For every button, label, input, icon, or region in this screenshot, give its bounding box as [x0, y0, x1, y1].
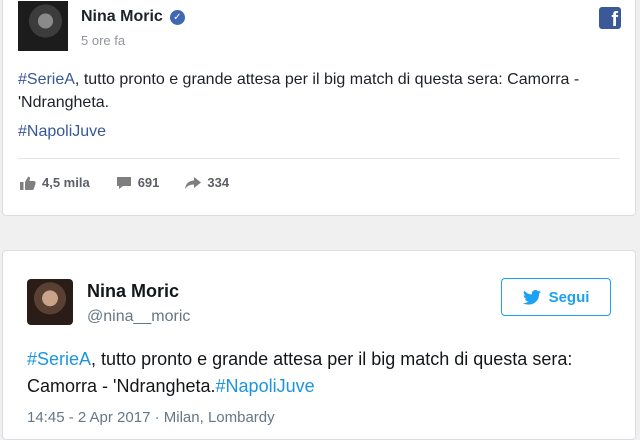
like-count[interactable]: 4,5 mila	[20, 175, 90, 190]
fb-post-text: #SerieA, tutto pronto e grande attesa pe…	[18, 68, 618, 114]
fb-author-avatar[interactable]	[18, 1, 68, 51]
verified-badge-icon: ✓	[169, 9, 185, 25]
fb-stats-bar: 4,5 mila 691 334	[20, 175, 255, 190]
twitter-bird-icon	[522, 289, 541, 305]
tw-author-handle[interactable]: @nina__moric	[87, 308, 190, 326]
share-arrow-icon	[185, 176, 202, 189]
share-count[interactable]: 334	[185, 175, 229, 190]
tw-author-name[interactable]: Nina Moric	[87, 281, 179, 302]
tw-author-avatar[interactable]	[27, 279, 73, 325]
fb-post-time[interactable]: 5 ore fa	[81, 33, 125, 48]
like-count-label: 4,5 mila	[42, 175, 90, 190]
tweet-text: #SerieA, tutto pronto e grande attesa pe…	[27, 346, 617, 400]
comment-bubble-icon	[116, 176, 131, 189]
follow-button-label: Segui	[548, 288, 590, 306]
comment-count-label: 691	[137, 175, 160, 190]
fb-hashtag-seriea[interactable]: #SerieA	[18, 71, 75, 88]
facebook-logo-icon: f	[599, 7, 621, 29]
fb-hashtag-napolijuve[interactable]: #NapoliJuve	[18, 123, 106, 141]
fb-author-name[interactable]: Nina Moric	[81, 8, 163, 26]
follow-button[interactable]: Segui	[501, 278, 611, 316]
share-count-label: 334	[207, 175, 230, 190]
tw-hashtag-seriea[interactable]: #SerieA	[27, 349, 91, 369]
tweet-embed-card: Nina Moric @nina__moric Segui #SerieA, t…	[2, 250, 636, 440]
fb-post-body: , tutto pronto e grande attesa per il bi…	[18, 71, 580, 111]
facebook-post-card: Nina Moric ✓ 5 ore fa f #SerieA, tutto p…	[2, 0, 636, 216]
fb-author: Nina Moric ✓	[81, 8, 185, 26]
tw-hashtag-napolijuve[interactable]: #NapoliJuve	[216, 376, 315, 396]
thumbs-up-icon	[20, 176, 36, 190]
comment-count[interactable]: 691	[116, 175, 160, 190]
divider	[18, 158, 620, 159]
tweet-timestamp[interactable]: 14:45 - 2 Apr 2017 · Milan, Lombardy	[27, 409, 275, 426]
